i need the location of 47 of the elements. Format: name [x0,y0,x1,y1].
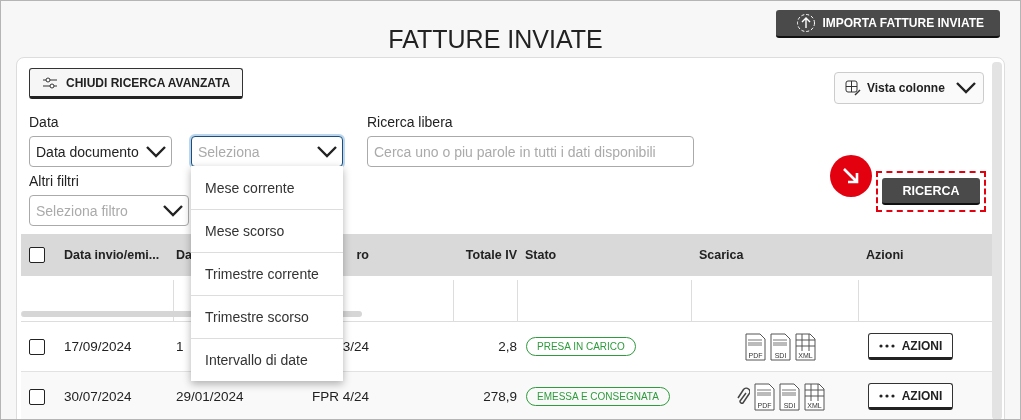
menu-item[interactable]: Mese scorso [191,209,343,252]
table-cell: 278,9 [483,389,517,404]
date-label: Data [29,114,60,130]
chevron-down-icon [955,81,977,95]
chevron-down-icon [162,203,184,218]
grid-edit-icon [845,80,861,96]
chevron-down-icon [145,144,167,159]
free-search-field[interactable]: Cerca uno o piu parole in tutti i dati disponibili [367,136,694,167]
sliders-icon [42,75,58,90]
table-cell: 17/09/2024 [64,339,132,354]
column-header[interactable]: Stato [525,248,557,262]
table-cell: 3/24 [342,339,369,354]
free-search-label: Ricerca libera [367,114,454,130]
page-title: FATTURE INVIATE [388,24,603,54]
table-cell: 30/07/2024 [64,389,132,404]
table-cell: 1 [176,339,184,354]
advanced-search-toggle[interactable]: CHIUDI RICERCA AVANZATA [29,68,244,99]
column-header[interactable]: Scarica [699,248,744,262]
paperclip-icon[interactable] [736,386,750,407]
actions-button[interactable]: AZIONI [868,383,953,410]
row-checkbox[interactable] [29,388,45,405]
table-cell: 2,8 [498,339,517,354]
menu-item[interactable]: Trimestre scorso [191,295,343,338]
more-icon [878,393,895,398]
column-header[interactable]: Da [176,248,192,262]
column-header[interactable]: Totale IV [465,248,517,262]
column-view-dropdown[interactable]: Vista colonne [834,72,984,104]
import-button[interactable]: IMPORTA FATTURE INVIATE [776,10,1000,38]
column-header[interactable]: Data invio/emi... [64,248,160,262]
row-checkbox[interactable] [29,338,45,355]
actions-button[interactable]: AZIONI [868,333,953,360]
menu-item[interactable]: Trimestre corrente [191,252,343,295]
menu-item[interactable]: Mese corrente [191,166,343,209]
more-icon [878,343,895,348]
table-cell: FPR 4/24 [311,389,369,404]
date-type-select[interactable]: Data documento [29,136,172,167]
pointer-badge-icon [830,155,872,197]
chevron-down-icon [316,144,338,159]
other-filters-label: Altri filtri [29,173,80,189]
column-header[interactable]: ro [356,248,369,262]
select-all-checkbox[interactable] [29,247,45,263]
upload-icon [796,13,817,33]
column-header[interactable]: Azioni [866,248,904,262]
menu-item[interactable]: Intervallo di date [191,338,343,381]
table-cell: 29/01/2024 [176,389,244,404]
search-button[interactable]: RICERCA [882,178,980,205]
vertical-scrollbar[interactable] [992,62,1002,419]
